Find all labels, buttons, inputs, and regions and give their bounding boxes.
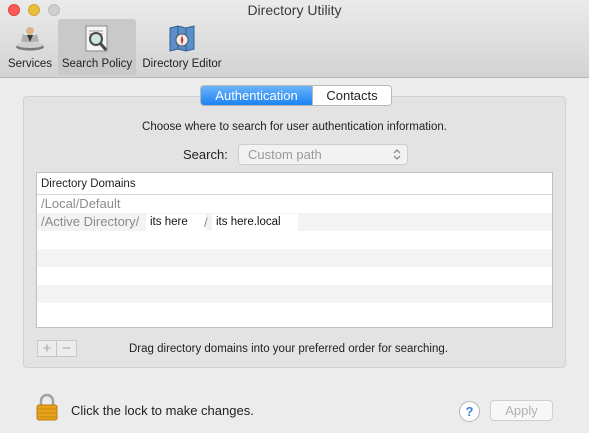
directory-utility-window: Directory Utility Services Search Policy… (0, 0, 589, 433)
domain-fqdn-redacted: its here.local (212, 214, 298, 231)
table-row[interactable]: /Active Directory/ its here / its here.l… (37, 213, 552, 231)
tab-authentication[interactable]: Authentication (201, 86, 312, 105)
table-row (37, 303, 552, 321)
title-bar: Directory Utility Services Search Policy… (0, 0, 589, 78)
add-remove-controls: + − (37, 340, 77, 357)
remove-domain-button[interactable]: − (57, 340, 77, 357)
help-button[interactable]: ? (459, 401, 480, 422)
domain-local-default: /Local/Default (41, 196, 121, 211)
lock-icon[interactable] (35, 393, 59, 421)
drag-hint-text: Drag directory domains into your preferr… (129, 343, 448, 355)
search-path-select[interactable]: Custom path (238, 144, 408, 165)
domain-name-redacted: its here (146, 214, 206, 231)
tab-contacts[interactable]: Contacts (312, 86, 391, 105)
toolbar-search-policy-label: Search Policy (61, 58, 133, 70)
table-row[interactable]: /Local/Default (37, 195, 552, 213)
toolbar-directory-editor[interactable]: Directory Editor (139, 19, 225, 75)
directory-editor-icon (169, 25, 195, 52)
lock-message: Click the lock to make changes. (71, 403, 254, 418)
domain-active-directory: /Active Directory/ (41, 214, 140, 229)
tab-bar: Authentication Contacts (200, 85, 392, 106)
table-row (37, 285, 552, 303)
instructions-text: Choose where to search for user authenti… (142, 121, 447, 133)
services-icon (16, 27, 44, 51)
apply-button[interactable]: Apply (490, 400, 553, 421)
toolbar-services[interactable]: Services (4, 19, 56, 75)
window-title: Directory Utility (247, 2, 342, 18)
chevron-up-down-icon (393, 149, 401, 160)
search-policy-icon (85, 25, 108, 52)
path-separator: / (204, 215, 208, 230)
toolbar-search-policy[interactable]: Search Policy (58, 19, 136, 75)
table-row (37, 267, 552, 285)
directory-domains-table[interactable]: Directory Domains /Local/Default /Active… (36, 172, 553, 328)
toolbar-directory-editor-label: Directory Editor (142, 58, 222, 70)
table-header[interactable]: Directory Domains (37, 173, 552, 195)
add-domain-button[interactable]: + (37, 340, 57, 357)
search-label: Search: (183, 147, 228, 162)
search-path-value: Custom path (248, 147, 322, 162)
table-row (37, 249, 552, 267)
table-row (37, 231, 552, 249)
toolbar-services-label: Services (7, 58, 53, 70)
